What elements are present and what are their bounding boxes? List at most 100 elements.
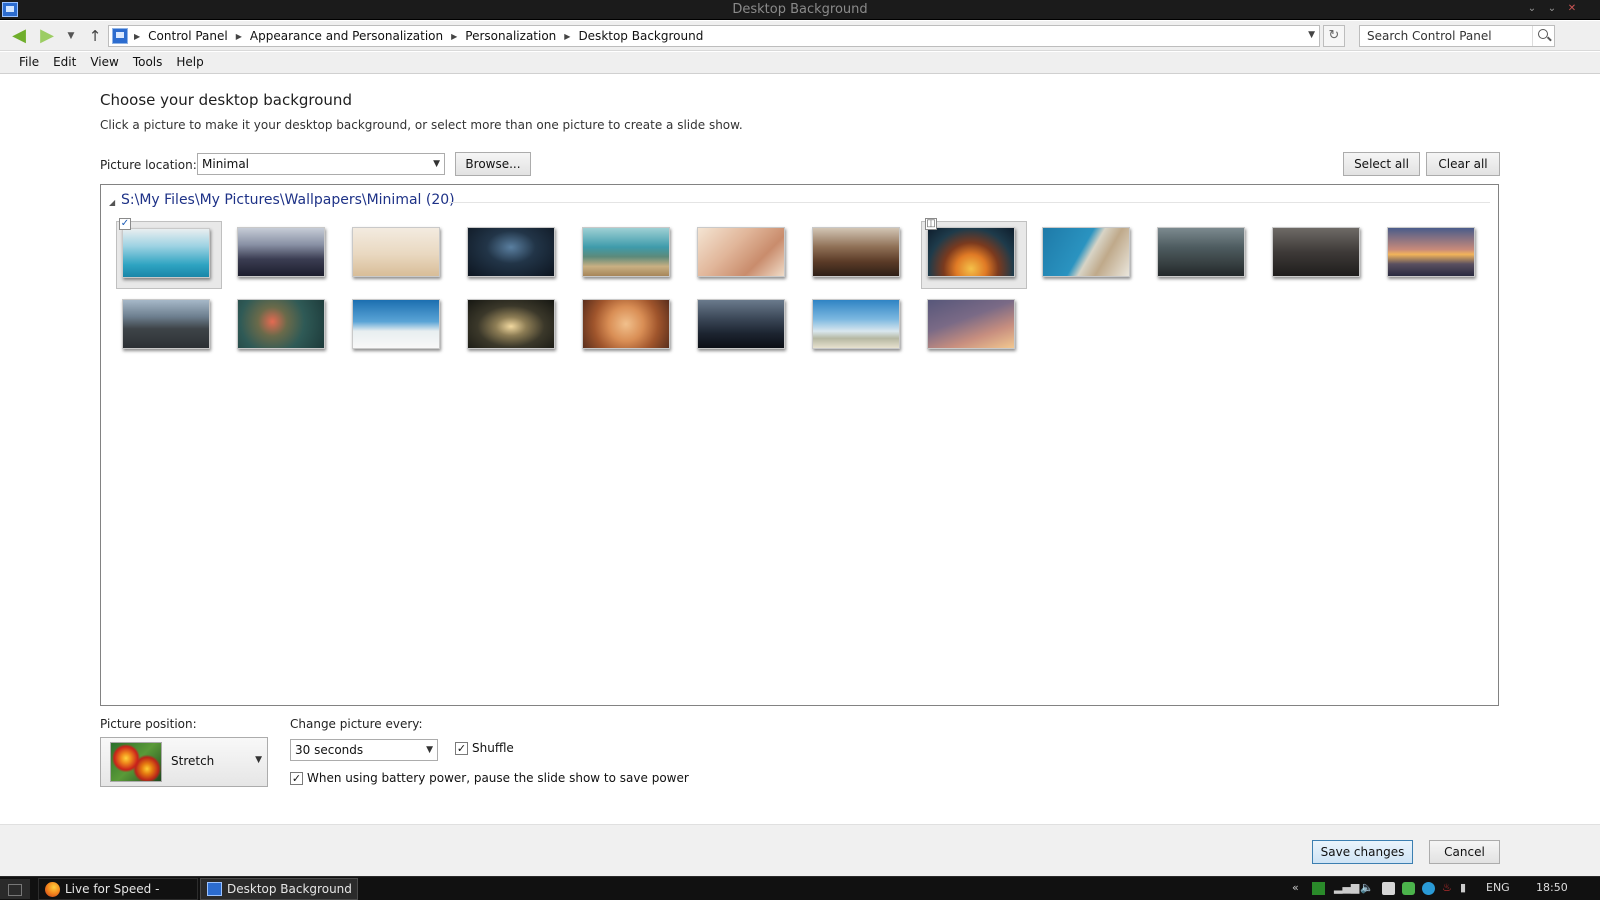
cancel-button[interactable]: Cancel xyxy=(1429,840,1500,864)
search-box[interactable] xyxy=(1359,25,1555,47)
wallpaper-thumbnail[interactable] xyxy=(122,228,210,278)
wallpaper-thumbnail[interactable] xyxy=(237,227,325,277)
window-title: Desktop Background xyxy=(732,2,868,17)
taskbar-item-label: Live for Speed - Repl... xyxy=(65,882,160,896)
picture-position-value: Stretch xyxy=(171,754,215,768)
tray-shield-icon[interactable] xyxy=(1382,882,1395,895)
system-tray: « ▂▄▆ 🔈 ♨ ▮ ENG 18:50 xyxy=(1280,877,1600,900)
volume-icon[interactable]: 🔈 xyxy=(1360,881,1374,894)
select-all-button[interactable]: Select all xyxy=(1343,152,1420,176)
change-interval-dropdown[interactable]: 30 seconds ▼ xyxy=(290,739,438,761)
taskbar: Live for Speed - Repl... Desktop Backgro… xyxy=(0,876,1600,900)
breadcrumb-separator-icon[interactable]: ▶ xyxy=(451,32,457,41)
change-picture-label: Change picture every: xyxy=(290,717,423,731)
breadcrumb-separator-icon[interactable]: ▶ xyxy=(236,32,242,41)
breadcrumb-separator-icon[interactable]: ▶ xyxy=(564,32,570,41)
wallpaper-thumbnail[interactable] xyxy=(697,299,785,349)
breadcrumb-control-panel[interactable]: Control Panel xyxy=(148,29,228,43)
wallpaper-thumbnail[interactable] xyxy=(582,299,670,349)
search-input[interactable] xyxy=(1360,26,1532,46)
wallpaper-thumbnail[interactable] xyxy=(1387,227,1475,277)
show-hidden-icons-icon[interactable]: « xyxy=(1292,881,1299,894)
shuffle-checkbox[interactable]: ✓ Shuffle xyxy=(455,741,514,755)
wallpaper-thumbnail[interactable] xyxy=(237,299,325,349)
tray-network-icon[interactable] xyxy=(1422,882,1435,895)
menu-bar: File Edit View Tools Help xyxy=(0,52,1600,74)
clock[interactable]: 18:50 xyxy=(1536,881,1568,894)
folder-group-header[interactable]: ◢ S:\My Files\My Pictures\Wallpapers\Min… xyxy=(109,192,1490,211)
menu-view[interactable]: View xyxy=(83,52,125,73)
picture-location-label: Picture location: xyxy=(100,158,197,172)
wallpaper-thumbnail[interactable] xyxy=(467,299,555,349)
battery-icon[interactable]: ▮ xyxy=(1460,881,1466,894)
wallpaper-thumbnail[interactable] xyxy=(697,227,785,277)
forward-arrow-icon[interactable]: ▶ xyxy=(36,26,58,46)
address-dropdown-chevron-icon[interactable]: ▼ xyxy=(1308,30,1315,40)
page-title: Choose your desktop background xyxy=(100,91,352,109)
picture-location-dropdown[interactable]: Minimal ▼ xyxy=(197,153,445,175)
wallpaper-thumbnail[interactable] xyxy=(927,227,1015,277)
refresh-icon: ↻ xyxy=(1328,28,1340,43)
breadcrumb-appearance[interactable]: Appearance and Personalization xyxy=(250,29,443,43)
menu-help[interactable]: Help xyxy=(169,52,210,73)
wallpaper-thumbnail[interactable] xyxy=(582,227,670,277)
menu-edit[interactable]: Edit xyxy=(46,52,83,73)
taskbar-item-label: Desktop Background xyxy=(227,882,352,896)
wallpaper-thumbnail[interactable] xyxy=(352,299,440,349)
shuffle-label: Shuffle xyxy=(472,741,514,755)
save-changes-button[interactable]: Save changes xyxy=(1312,840,1413,864)
wallpaper-thumbnail[interactable] xyxy=(1042,227,1130,277)
group-divider xyxy=(449,202,1490,203)
chevron-down-icon: ▼ xyxy=(433,159,440,169)
wallpaper-thumbnail[interactable] xyxy=(352,227,440,277)
taskbar-item-desktop-background[interactable]: Desktop Background xyxy=(200,878,358,900)
navigation-bar: ◀ ▶ ▼ ↑ ▶ Control Panel ▶ Appearance and… xyxy=(0,21,1600,51)
title-bar: Desktop Background ⌄ ⌄ ✕ xyxy=(0,0,1600,20)
start-button[interactable] xyxy=(0,879,30,899)
battery-pause-label: When using battery power, pause the slid… xyxy=(307,771,689,785)
breadcrumb-personalization[interactable]: Personalization xyxy=(465,29,556,43)
folder-path: S:\My Files\My Pictures\Wallpapers\Minim… xyxy=(121,192,455,208)
address-bar[interactable]: ▶ Control Panel ▶ Appearance and Persona… xyxy=(108,25,1320,47)
picture-list[interactable]: ◢ S:\My Files\My Pictures\Wallpapers\Min… xyxy=(100,184,1499,706)
collapse-triangle-icon[interactable]: ◢ xyxy=(109,198,115,207)
breadcrumb-desktop-background[interactable]: Desktop Background xyxy=(578,29,703,43)
browse-button[interactable]: Browse... xyxy=(455,152,531,176)
taskbar-item-live-for-speed[interactable]: Live for Speed - Repl... xyxy=(38,878,198,900)
menu-file[interactable]: File xyxy=(12,52,46,73)
close-button[interactable]: ✕ xyxy=(1564,2,1580,16)
tray-app-icon[interactable] xyxy=(1312,882,1325,895)
flower-preview-icon xyxy=(110,742,162,782)
change-interval-value: 30 seconds xyxy=(295,743,364,757)
page-description: Click a picture to make it your desktop … xyxy=(100,118,743,132)
wallpaper-thumbnail[interactable] xyxy=(122,299,210,349)
picture-location-value: Minimal xyxy=(202,157,250,171)
wallpaper-thumbnail[interactable] xyxy=(467,227,555,277)
refresh-button[interactable]: ↻ xyxy=(1323,25,1345,47)
firefox-icon xyxy=(45,882,60,897)
wallpaper-thumbnail[interactable] xyxy=(927,299,1015,349)
wallpaper-checkbox[interactable]: ◫ xyxy=(925,218,937,230)
recent-pages-chevron-icon[interactable]: ▼ xyxy=(64,26,78,46)
up-arrow-icon[interactable]: ↑ xyxy=(84,26,106,46)
wallpaper-checkbox[interactable]: ✓ xyxy=(119,218,131,230)
wallpaper-thumbnail[interactable] xyxy=(1272,227,1360,277)
clear-all-button[interactable]: Clear all xyxy=(1426,152,1500,176)
back-arrow-icon[interactable]: ◀ xyxy=(8,26,30,46)
wallpaper-thumbnail[interactable] xyxy=(812,299,900,349)
language-indicator[interactable]: ENG xyxy=(1486,881,1510,894)
tray-alert-icon[interactable]: ♨ xyxy=(1442,881,1452,894)
menu-tools[interactable]: Tools xyxy=(126,52,170,73)
wallpaper-thumbnail[interactable] xyxy=(1157,227,1245,277)
picture-position-label: Picture position: xyxy=(100,717,197,731)
search-icon[interactable] xyxy=(1532,26,1554,46)
checkbox-check-icon: ✓ xyxy=(455,741,468,755)
wallpaper-thumbnail[interactable] xyxy=(812,227,900,277)
picture-position-dropdown[interactable]: Stretch ▼ xyxy=(100,737,268,787)
breadcrumb-separator-icon[interactable]: ▶ xyxy=(134,32,140,41)
maximize-button[interactable]: ⌄ xyxy=(1544,2,1560,16)
signal-icon[interactable]: ▂▄▆ xyxy=(1334,881,1359,894)
minimize-button[interactable]: ⌄ xyxy=(1524,2,1540,16)
battery-pause-checkbox[interactable]: ✓ When using battery power, pause the sl… xyxy=(290,771,689,785)
tray-sync-icon[interactable] xyxy=(1402,882,1415,895)
